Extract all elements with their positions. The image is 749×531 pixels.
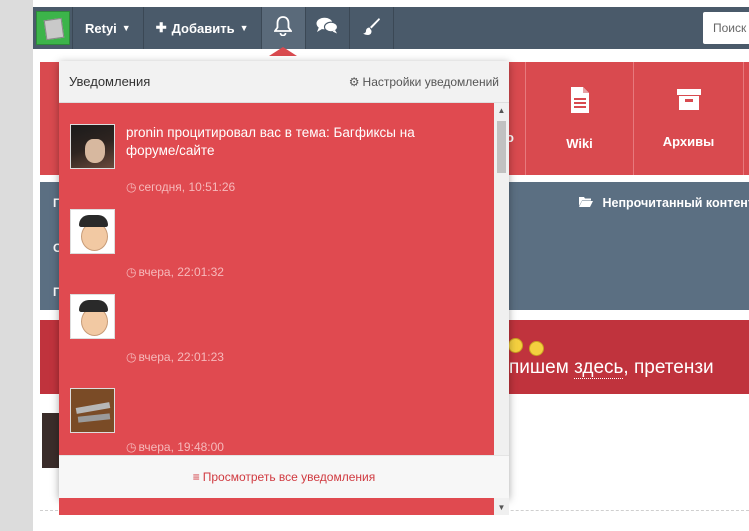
- user-avatar-button[interactable]: [33, 7, 73, 49]
- view-all-notifications-link[interactable]: ≡ Просмотреть все уведомления: [59, 455, 509, 498]
- clock-icon: ◷: [126, 440, 137, 454]
- clock-icon: ◷: [126, 180, 137, 194]
- unread-content-label: Непрочитанный контент: [602, 196, 749, 210]
- notification-avatar[interactable]: [70, 388, 115, 433]
- view-all-notifications-label: Просмотреть все уведомления: [202, 470, 376, 484]
- notification-time-label: сегодня, 10:51:26: [138, 180, 236, 194]
- tile-archives[interactable]: Архивы: [633, 62, 743, 175]
- username-label: Retyi: [85, 20, 117, 36]
- notification-time: ◷ вчера, 22:01:23: [126, 350, 224, 364]
- scroll-up-arrow-icon[interactable]: ▲: [494, 103, 509, 118]
- chat-icon: [316, 17, 339, 39]
- top-navbar: Retyi ▼ ✚ Добавить ▼ Поиск: [33, 7, 749, 49]
- notification-time-label: вчера, 22:01:23: [138, 350, 224, 364]
- bell-icon: [273, 15, 293, 41]
- notification-avatar[interactable]: [70, 294, 115, 339]
- notification-time-label: вчера, 22:01:32: [138, 265, 224, 279]
- notifications-title: Уведомления: [69, 74, 151, 89]
- notification-item[interactable]: ◷ вчера, 22:01:32: [59, 209, 494, 294]
- scroll-down-arrow-icon[interactable]: ▼: [494, 500, 509, 515]
- notification-item[interactable]: ◷ вчера, 22:01:23: [59, 294, 494, 379]
- list-icon: ≡: [192, 470, 200, 484]
- caret-down-icon: ▼: [121, 23, 131, 33]
- scroll-thumb[interactable]: [497, 121, 506, 173]
- user-menu-button[interactable]: Retyi ▼: [73, 7, 144, 49]
- notifications-dropdown: Уведомления ⚙ Настройки уведомлений proni…: [59, 61, 509, 515]
- messages-button[interactable]: [306, 7, 350, 49]
- notification-time: ◷ вчера, 19:48:00: [126, 440, 224, 454]
- notification-item[interactable]: pronin процитировал вас в тема: Багфиксы…: [59, 124, 494, 209]
- tile-partial-right[interactable]: [743, 62, 749, 175]
- notification-time: ◷ сегодня, 10:51:26: [126, 180, 235, 194]
- tile-wiki[interactable]: Wiki: [525, 62, 633, 175]
- announcement-text-start: пишем: [509, 357, 575, 378]
- left-margin: [0, 0, 33, 531]
- notification-time: ◷ вчера, 22:01:32: [126, 265, 224, 279]
- clock-icon: ◷: [126, 265, 137, 279]
- announcement-text: пишем здесь, претензи: [509, 357, 714, 379]
- notifications-header: Уведомления ⚙ Настройки уведомлений: [59, 61, 509, 103]
- avatar: [35, 11, 70, 45]
- unread-content-link[interactable]: Непрочитанный контент: [579, 196, 749, 210]
- notifications-scrollbar[interactable]: ▲ ▼: [494, 103, 509, 515]
- clock-icon: ◷: [126, 350, 137, 364]
- plus-icon: ✚: [155, 20, 167, 35]
- brush-icon: [362, 17, 381, 40]
- announcement-link[interactable]: здесь: [574, 357, 624, 379]
- notification-settings-link[interactable]: ⚙ Настройки уведомлений: [349, 75, 499, 89]
- notification-text[interactable]: pronin процитировал вас в тема: Багфиксы…: [126, 124, 456, 160]
- caret-down-icon: ▼: [239, 23, 249, 33]
- smiley-tongue-icon: [529, 341, 544, 356]
- archive-icon: [634, 86, 743, 120]
- document-icon: [526, 86, 633, 122]
- tile-label: Архивы: [662, 134, 715, 149]
- notification-time-label: вчера, 19:48:00: [138, 440, 224, 454]
- notifications-list[interactable]: pronin процитировал вас в тема: Багфиксы…: [59, 103, 509, 515]
- notification-avatar[interactable]: [70, 124, 115, 169]
- folder-open-icon: [579, 196, 596, 210]
- notifications-button[interactable]: [261, 7, 306, 49]
- search-input[interactable]: Поиск: [703, 12, 749, 44]
- add-content-button[interactable]: ✚ Добавить ▼: [144, 7, 262, 49]
- smiley-icon: [508, 338, 523, 353]
- notification-settings-label: Настройки уведомлений: [362, 74, 499, 89]
- theme-button[interactable]: [350, 7, 394, 49]
- notification-avatar[interactable]: [70, 209, 115, 254]
- announcement-text-end: , претензи: [623, 357, 714, 378]
- gear-icon: ⚙: [348, 74, 360, 89]
- tile-label: Wiki: [566, 136, 593, 151]
- add-label: Добавить: [171, 20, 235, 36]
